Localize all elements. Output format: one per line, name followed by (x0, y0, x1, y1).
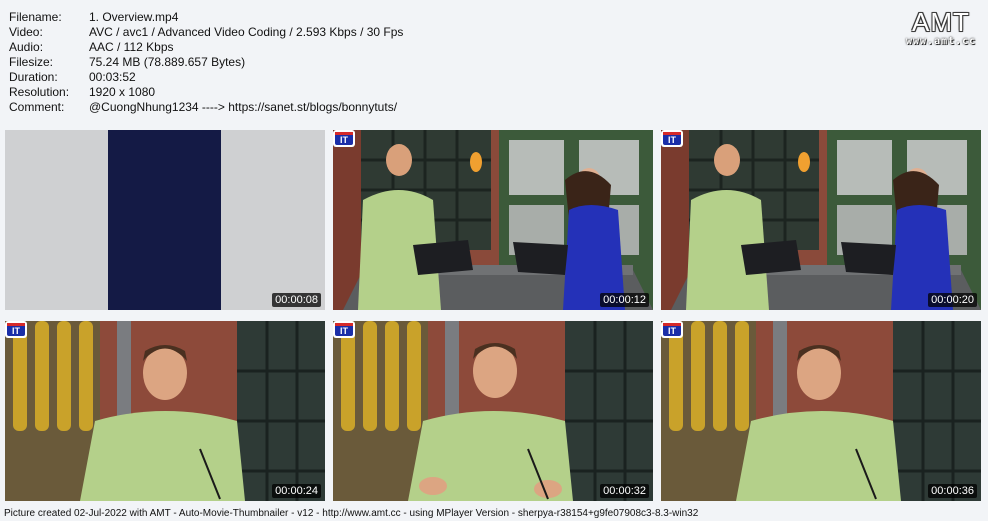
channel-logo-icon: IT (333, 130, 355, 147)
logo-url: www.amt.cc (906, 36, 977, 47)
amt-logo: AMT www.amt.cc (906, 8, 976, 47)
meta-value: 1920 x 1080 (89, 85, 156, 99)
meta-label: Video: (9, 25, 43, 39)
thumbnail-6[interactable]: IT 00:00:36 (661, 321, 981, 501)
meta-label: Audio: (9, 40, 44, 54)
thumbnail-1[interactable]: 00:00:08 (5, 130, 325, 310)
meta-value: AVC / avc1 / Advanced Video Coding / 2.5… (89, 25, 404, 39)
timestamp-label: 00:00:36 (928, 484, 977, 498)
meta-label: Filename: (9, 10, 62, 24)
meta-value: @CuongNhung1234 ----> https://sanet.st/b… (89, 100, 398, 114)
footer-credit: Picture created 02-Jul-2022 with AMT - A… (4, 508, 699, 519)
meta-value: AAC / 112 Kbps (89, 40, 174, 54)
thumbnail-5[interactable]: IT 00:00:32 (333, 321, 653, 501)
meta-value: 1. Overview.mp4 (89, 10, 179, 24)
thumbnail-3[interactable]: IT 00:00:20 (661, 130, 981, 310)
frame-image (333, 321, 653, 501)
channel-badge-text: IT (340, 135, 349, 145)
timestamp-label: 00:00:12 (600, 293, 649, 307)
meta-label: Filesize: (9, 55, 54, 69)
frame-image (661, 321, 981, 501)
meta-label: Comment: (9, 100, 65, 114)
thumbnail-4[interactable]: IT 00:00:24 (5, 321, 325, 501)
channel-logo-icon: IT (333, 321, 355, 338)
channel-badge-text: IT (12, 326, 21, 336)
timestamp-label: 00:00:24 (272, 484, 321, 498)
logo-title: AMT (912, 7, 970, 37)
timestamp-label: 00:00:20 (928, 293, 977, 307)
timestamp-label: 00:00:32 (600, 484, 649, 498)
thumbnail-2[interactable]: IT 00:00:12 (333, 130, 653, 310)
channel-logo-icon: IT (5, 321, 27, 338)
meta-label: Resolution: (9, 85, 70, 99)
channel-badge-text: IT (668, 326, 677, 336)
frame-image (333, 130, 653, 310)
frame-image (5, 130, 325, 310)
frame-image (661, 130, 981, 310)
channel-badge-text: IT (340, 326, 349, 336)
timestamp-label: 00:00:08 (272, 293, 321, 307)
channel-badge-text: IT (668, 135, 677, 145)
channel-logo-icon: IT (661, 321, 683, 338)
meta-value: 00:03:52 (89, 70, 136, 84)
meta-value: 75.24 MB (78.889.657 Bytes) (89, 55, 246, 69)
frame-image (5, 321, 325, 501)
meta-label: Duration: (9, 70, 58, 84)
channel-logo-icon: IT (661, 130, 683, 147)
